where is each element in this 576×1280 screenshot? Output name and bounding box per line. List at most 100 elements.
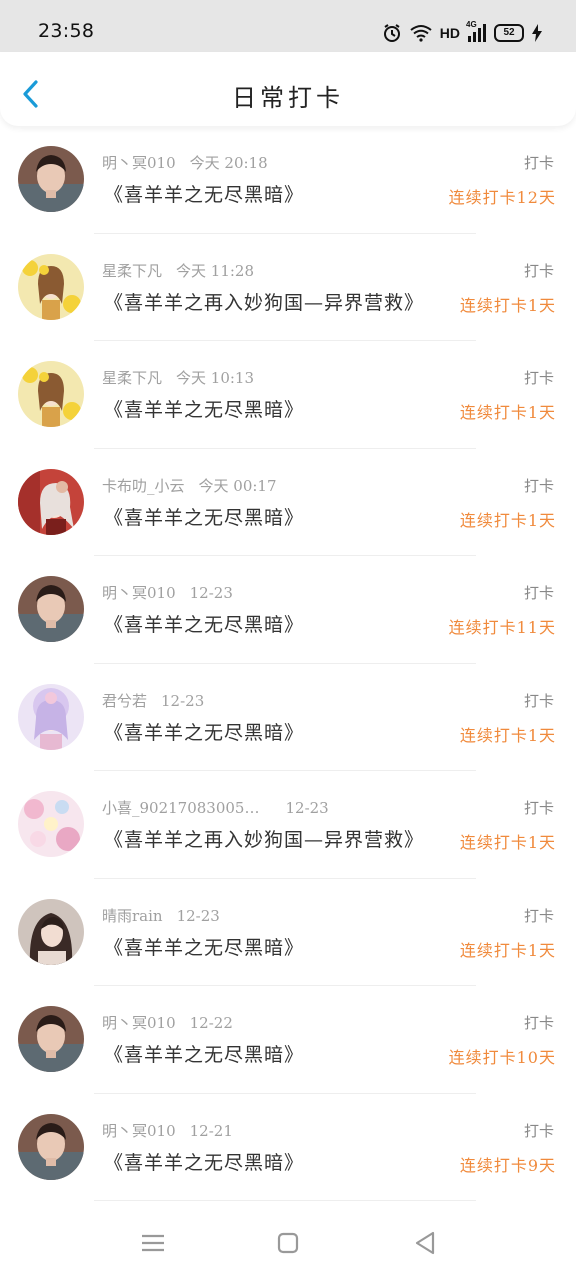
streak-label: 连续打卡1天 (459, 833, 556, 852)
item-meta: 星柔下凡 今天 11:28 (102, 260, 254, 281)
item-meta: 卡布叻_小云 今天 00:17 (102, 475, 277, 496)
item-meta: 明丶冥010 今天 20:18 (102, 152, 268, 173)
item-meta: 明丶冥010 12-23 (102, 582, 233, 603)
divider (94, 1200, 476, 1201)
charging-icon (532, 24, 542, 42)
book-title[interactable]: 《喜羊羊之无尽黑暗》 (104, 933, 304, 960)
book-title[interactable]: 《喜羊羊之无尽黑暗》 (104, 503, 304, 530)
user-name[interactable]: 晴雨rain (102, 907, 163, 925)
checkin-list: 明丶冥010 今天 20:18 《喜羊羊之无尽黑暗》 打卡 连续打卡12天 星柔下… (0, 126, 576, 1201)
avatar[interactable] (18, 146, 84, 212)
streak-label: 连续打卡11天 (448, 618, 556, 637)
home-square-icon (277, 1232, 299, 1254)
avatar[interactable] (18, 253, 84, 320)
checkin-time: 12-23 (176, 906, 220, 925)
book-title[interactable]: 《喜羊羊之无尽黑暗》 (104, 610, 304, 637)
action-label: 打卡 (523, 154, 554, 172)
status-icons: HD 4G 52 (382, 20, 542, 45)
list-item[interactable]: 晴雨rain 12-23 《喜羊羊之无尽黑暗》 打卡 连续打卡1天 (0, 879, 576, 986)
list-item[interactable]: 卡布叻_小云 今天 00:17 《喜羊羊之无尽黑暗》 打卡 连续打卡1天 (0, 449, 576, 556)
checkin-time: 今天 10:13 (176, 369, 255, 387)
status-bar: 23:58 HD 4G 52 (0, 0, 576, 52)
avatar[interactable] (18, 1113, 84, 1180)
triangle-back-icon (415, 1231, 435, 1255)
action-label: 打卡 (523, 1121, 554, 1140)
page-title: 日常打卡 (232, 84, 344, 112)
avatar[interactable] (18, 683, 84, 750)
action-label: 打卡 (523, 584, 554, 602)
status-time: 23:58 (38, 20, 95, 42)
item-meta: 明丶冥010 12-21 (102, 1120, 233, 1141)
user-name[interactable]: 明丶冥010 (102, 1014, 176, 1032)
list-item[interactable]: 星柔下凡 今天 11:28 《喜羊羊之再入妙狗国—异界营救》 打卡 连续打卡1天 (0, 234, 576, 341)
book-title[interactable]: 《喜羊羊之无尽黑暗》 (104, 180, 304, 207)
checkin-time: 12-23 (161, 691, 205, 710)
checkin-time: 12-22 (189, 1014, 233, 1032)
item-meta: 君兮若 12-23 (102, 690, 204, 711)
signal-icon: 4G (466, 20, 486, 42)
header: 日常打卡 (0, 52, 576, 126)
item-meta: 明丶冥010 12-22 (102, 1012, 233, 1033)
avatar[interactable] (18, 1006, 84, 1072)
list-item[interactable]: 明丶冥010 12-23 《喜羊羊之无尽黑暗》 打卡 连续打卡11天 (0, 556, 576, 664)
menu-icon (142, 1234, 164, 1252)
user-name[interactable]: 小喜_90217083005… (102, 799, 259, 817)
user-name[interactable]: 星柔下凡 (102, 369, 162, 387)
action-label: 打卡 (523, 369, 554, 387)
list-item[interactable]: 明丶冥010 12-21 《喜羊羊之无尽黑暗》 打卡 连续打卡9天 (0, 1094, 576, 1201)
book-title[interactable]: 《喜羊羊之无尽黑暗》 (104, 1148, 304, 1175)
network-hd-label: HD (439, 25, 460, 41)
checkin-time: 今天 11:28 (176, 261, 255, 280)
streak-label: 连续打卡1天 (459, 940, 556, 960)
avatar[interactable] (18, 361, 84, 427)
action-label: 打卡 (523, 691, 554, 710)
book-title[interactable]: 《喜羊羊之再入妙狗国—异界营救》 (104, 825, 424, 852)
avatar[interactable] (18, 576, 84, 642)
user-name[interactable]: 明丶冥010 (102, 154, 176, 172)
streak-label: 连续打卡10天 (448, 1048, 556, 1067)
book-title[interactable]: 《喜羊羊之无尽黑暗》 (104, 1040, 304, 1067)
streak-label: 连续打卡9天 (459, 1155, 556, 1175)
streak-label: 连续打卡1天 (459, 295, 556, 315)
list-item[interactable]: 星柔下凡 今天 10:13 《喜羊羊之无尽黑暗》 打卡 连续打卡1天 (0, 341, 576, 449)
checkin-time: 12-23 (189, 584, 233, 602)
signal-type-label: 4G (466, 20, 477, 29)
streak-label: 连续打卡12天 (448, 188, 556, 207)
user-name[interactable]: 明丶冥010 (102, 584, 176, 602)
wifi-icon (410, 25, 432, 42)
checkin-time: 12-23 (285, 799, 329, 817)
list-item[interactable]: 君兮若 12-23 《喜羊羊之无尽黑暗》 打卡 连续打卡1天 (0, 664, 576, 771)
streak-label: 连续打卡1天 (459, 403, 556, 422)
alarm-icon (383, 24, 400, 42)
item-meta: 星柔下凡 今天 10:13 (102, 367, 254, 388)
book-title[interactable]: 《喜羊羊之无尽黑暗》 (104, 718, 304, 745)
action-label: 打卡 (523, 476, 554, 495)
streak-label: 连续打卡1天 (459, 510, 556, 530)
item-meta: 晴雨rain 12-23 (102, 905, 220, 926)
user-name[interactable]: 星柔下凡 (102, 262, 162, 280)
list-item[interactable]: 明丶冥010 今天 20:18 《喜羊羊之无尽黑暗》 打卡 连续打卡12天 (0, 126, 576, 234)
book-title[interactable]: 《喜羊羊之无尽黑暗》 (104, 395, 304, 422)
home-button[interactable] (273, 1228, 303, 1258)
item-meta: 小喜_90217083005… 12-23 (102, 797, 329, 818)
menu-button[interactable] (138, 1228, 168, 1258)
user-name[interactable]: 明丶冥010 (102, 1122, 176, 1140)
action-label: 打卡 (523, 799, 554, 817)
avatar[interactable] (18, 468, 84, 535)
avatar[interactable] (18, 898, 84, 965)
user-name[interactable]: 卡布叻_小云 (102, 477, 185, 495)
book-title[interactable]: 《喜羊羊之再入妙狗国—异界营救》 (104, 288, 424, 315)
checkin-time: 12-21 (189, 1121, 233, 1140)
streak-label: 连续打卡1天 (459, 725, 556, 745)
action-label: 打卡 (523, 261, 554, 280)
battery-indicator: 52 (494, 24, 524, 42)
list-item[interactable]: 小喜_90217083005… 12-23 《喜羊羊之再入妙狗国—异界营救》 打卡… (0, 771, 576, 879)
system-nav-bar (0, 1204, 576, 1280)
back-nav-button[interactable] (410, 1228, 440, 1258)
list-item[interactable]: 明丶冥010 12-22 《喜羊羊之无尽黑暗》 打卡 连续打卡10天 (0, 986, 576, 1094)
user-name[interactable]: 君兮若 (102, 692, 147, 710)
action-label: 打卡 (523, 906, 554, 925)
action-label: 打卡 (523, 1014, 554, 1032)
avatar[interactable] (18, 791, 84, 857)
checkin-time: 今天 20:18 (189, 154, 268, 172)
